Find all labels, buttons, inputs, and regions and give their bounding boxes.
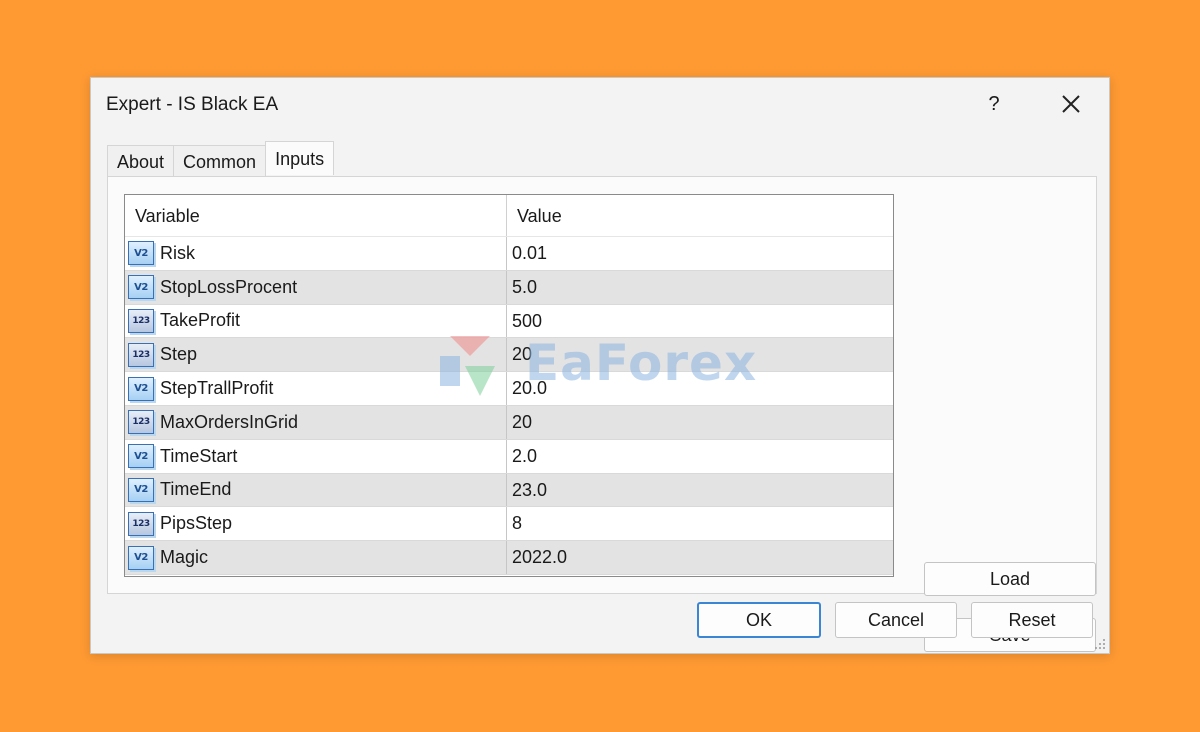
- table-row[interactable]: 123 TakeProfit 500: [125, 304, 893, 339]
- integer-type-icon: 123: [128, 410, 154, 435]
- tab-about[interactable]: About: [107, 145, 175, 177]
- value-cell[interactable]: 20: [507, 406, 893, 439]
- variable-cell: V2 Risk: [125, 237, 507, 270]
- variable-name: PipsStep: [160, 513, 233, 534]
- variable-name: MaxOrdersInGrid: [160, 411, 299, 432]
- variable-cell: 123 TakeProfit: [125, 304, 507, 338]
- double-type-icon: V2: [128, 376, 154, 401]
- inputs-panel: Variable Value V2 Risk 0.01 V2 StopLossProce…: [107, 176, 1097, 652]
- variable-cell: V2 StepTrallProfit: [125, 372, 507, 405]
- dialog-title: Expert - IS Black EA: [106, 94, 279, 115]
- value-cell[interactable]: 5.0: [507, 271, 893, 304]
- table-row[interactable]: 123 Step 20: [125, 338, 893, 373]
- integer-type-icon: 123: [128, 342, 154, 367]
- resize-grip-icon[interactable]: [1094, 638, 1106, 650]
- value-cell[interactable]: 2022.0: [507, 541, 893, 574]
- variable-name: Risk: [160, 242, 195, 263]
- variable-cell: V2 Magic: [125, 541, 507, 574]
- value-cell[interactable]: 2.0: [507, 440, 893, 473]
- reset-button[interactable]: Reset: [971, 602, 1093, 638]
- table-row[interactable]: V2 Magic 2022.0: [125, 541, 893, 575]
- table-row[interactable]: V2 StopLossProcent 5.0: [125, 270, 893, 305]
- close-button[interactable]: [1057, 90, 1085, 118]
- double-type-icon: V2: [128, 444, 154, 469]
- value-cell[interactable]: 23.0: [507, 474, 893, 507]
- integer-type-icon: 123: [128, 511, 154, 536]
- double-type-icon: V2: [128, 477, 154, 502]
- variable-cell: 123 MaxOrdersInGrid: [125, 405, 507, 439]
- expert-dialog: Expert - IS Black EA ? About Common Inpu…: [90, 77, 1110, 654]
- variable-name: TimeStart: [160, 445, 238, 466]
- table-row[interactable]: 123 MaxOrdersInGrid 20: [125, 405, 893, 440]
- variable-cell: V2 StopLossProcent: [125, 270, 507, 304]
- table-row[interactable]: V2 StepTrallProfit 20.0: [125, 372, 893, 406]
- title-bar: Expert - IS Black EA ?: [91, 78, 1109, 132]
- variable-cell: 123 PipsStep: [125, 507, 507, 541]
- close-icon: [1062, 95, 1080, 113]
- table-row[interactable]: V2 TimeStart 2.0: [125, 439, 893, 474]
- variable-name: StopLossProcent: [160, 276, 298, 297]
- double-type-icon: V2: [128, 275, 154, 300]
- value-cell[interactable]: 20.0: [507, 372, 893, 405]
- variable-name: Magic: [160, 547, 209, 568]
- variable-cell: 123 Step: [125, 338, 507, 372]
- tab-strip: About Common Inputs: [107, 141, 335, 177]
- value-cell[interactable]: 20: [507, 338, 893, 371]
- ok-button[interactable]: OK: [697, 602, 821, 638]
- double-type-icon: V2: [128, 241, 154, 266]
- variable-cell: V2 TimeEnd: [125, 473, 507, 507]
- value-cell[interactable]: 8: [507, 507, 893, 540]
- variable-name: StepTrallProfit: [160, 378, 274, 399]
- integer-type-icon: 123: [128, 308, 154, 333]
- inputs-grid: Variable Value V2 Risk 0.01 V2 StopLossProce…: [124, 194, 894, 577]
- value-cell[interactable]: 500: [507, 305, 893, 338]
- column-header-variable[interactable]: Variable: [125, 195, 507, 236]
- table-row[interactable]: V2 Risk 0.01: [125, 237, 893, 271]
- grid-header: Variable Value: [125, 195, 893, 237]
- column-header-value[interactable]: Value: [507, 195, 893, 236]
- table-row[interactable]: V2 TimeEnd 23.0: [125, 473, 893, 508]
- load-button[interactable]: Load: [924, 562, 1096, 596]
- grid-rows: V2 Risk 0.01 V2 StopLossProcent 5.0 123 TakePro…: [125, 237, 893, 575]
- variable-name: TakeProfit: [160, 310, 241, 331]
- tab-common[interactable]: Common: [173, 145, 267, 177]
- variable-name: Step: [160, 344, 198, 365]
- cancel-button[interactable]: Cancel: [835, 602, 957, 638]
- table-row[interactable]: 123 PipsStep 8: [125, 507, 893, 542]
- help-button[interactable]: ?: [983, 90, 1005, 118]
- variable-cell: V2 TimeStart: [125, 439, 507, 473]
- tab-inputs[interactable]: Inputs: [265, 141, 335, 175]
- double-type-icon: V2: [128, 545, 154, 570]
- variable-name: TimeEnd: [160, 479, 232, 500]
- value-cell[interactable]: 0.01: [507, 237, 893, 270]
